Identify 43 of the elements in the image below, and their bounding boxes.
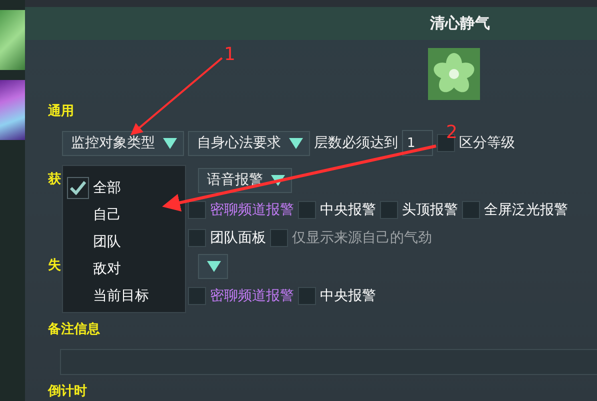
checkbox[interactable] bbox=[380, 201, 398, 220]
option-label: 中央报警 bbox=[320, 201, 376, 220]
flower-thumbnail[interactable] bbox=[0, 10, 25, 70]
checkbox[interactable] bbox=[298, 201, 316, 220]
option-label: 仅显示来源自己的气劲 bbox=[292, 229, 432, 248]
section-label: 失 bbox=[48, 257, 61, 276]
checkbox[interactable] bbox=[188, 229, 206, 248]
dropdown[interactable]: 监控对象类型 bbox=[62, 130, 184, 156]
annotation-number: 2 bbox=[446, 124, 458, 142]
menu-item[interactable]: 团队 bbox=[67, 228, 185, 255]
option-label: 头顶报警 bbox=[402, 201, 458, 220]
section-label: 通用 bbox=[48, 103, 75, 122]
checkbox[interactable] bbox=[270, 229, 288, 248]
caret-icon bbox=[271, 174, 285, 186]
section-label: 备注信息 bbox=[48, 321, 101, 340]
dropdown[interactable] bbox=[198, 254, 228, 279]
option-label: 密聊频道报警 bbox=[210, 287, 294, 306]
option-label: 中央报警 bbox=[320, 287, 376, 306]
annotation-number: 1 bbox=[224, 46, 236, 64]
menu-item[interactable]: 当前目标 bbox=[67, 282, 185, 309]
caret-icon bbox=[289, 138, 303, 149]
crystal-thumbnail[interactable] bbox=[0, 80, 25, 140]
menu-item[interactable]: 敌对 bbox=[67, 255, 185, 282]
section-label: 倒计时 bbox=[48, 383, 88, 401]
option-label: 团队面板 bbox=[210, 229, 266, 248]
skill-title: 清心静气 bbox=[429, 14, 491, 34]
menu-item[interactable]: 自己 bbox=[67, 201, 185, 228]
dropdown[interactable]: 语音报警 bbox=[198, 168, 292, 193]
checkbox-label: 区分等级 bbox=[459, 134, 515, 152]
option-label: 密聊频道报警 bbox=[210, 201, 294, 220]
option-label: 全屏泛光报警 bbox=[484, 201, 568, 220]
checkbox[interactable] bbox=[188, 201, 206, 220]
flower-icon bbox=[428, 48, 480, 100]
caret-icon bbox=[163, 138, 177, 149]
dropdown[interactable]: 自身心法要求 bbox=[188, 130, 310, 156]
caret-icon bbox=[207, 260, 221, 272]
stack-label: 层数必须达到 bbox=[314, 134, 398, 152]
section-label: 获 bbox=[48, 171, 61, 190]
checkbox[interactable] bbox=[188, 287, 206, 306]
checkbox[interactable] bbox=[298, 287, 316, 306]
menu-item[interactable]: 全部 bbox=[67, 174, 185, 201]
checkmark-icon bbox=[70, 180, 86, 194]
checkbox[interactable] bbox=[462, 201, 480, 220]
